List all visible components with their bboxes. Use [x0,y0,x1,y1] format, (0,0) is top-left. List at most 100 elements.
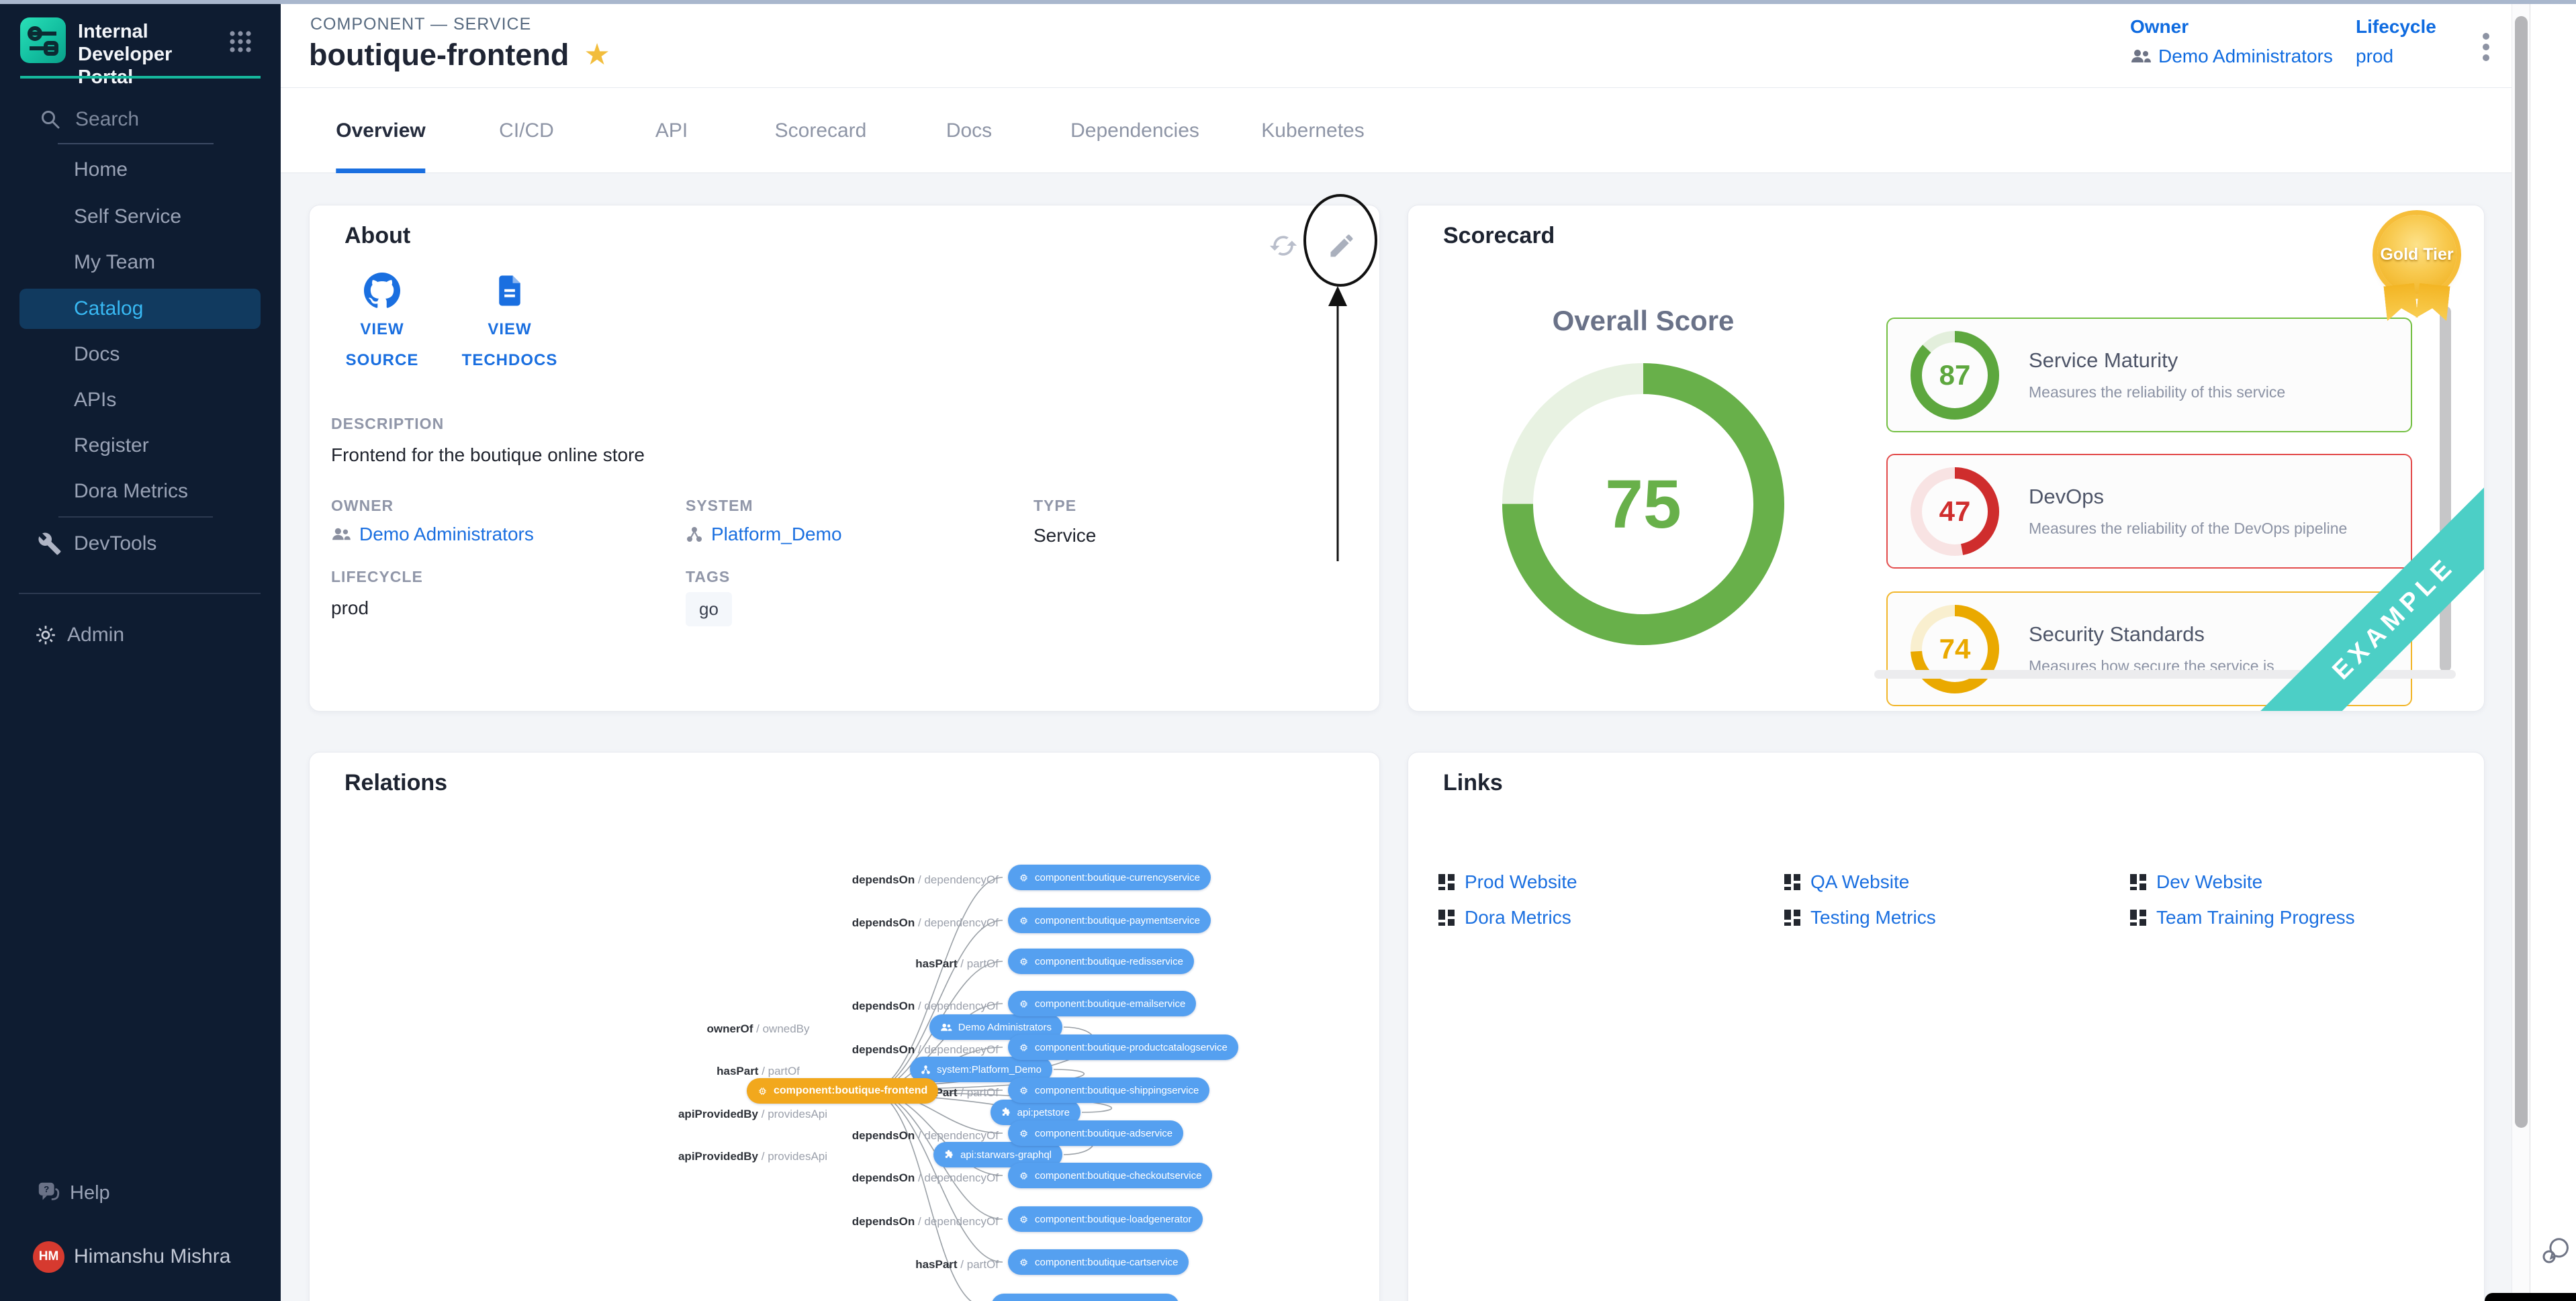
sidebar-item-self-service[interactable]: Self Service [0,195,281,238]
tab-api[interactable]: API [655,88,688,173]
sidebar-item-docs[interactable]: Docs [0,333,281,376]
techdocs-icon [492,273,528,309]
metric-name: Service Maturity [2029,348,2285,373]
component-icon [1019,1128,1029,1139]
chat-feedback-icon[interactable] [2540,1234,2572,1266]
help-chat-icon: ? [36,1180,62,1206]
relation-node-center[interactable]: component:boutique-frontend [747,1078,938,1104]
scorecard-title: Scorecard [1443,223,1555,249]
search-underline [58,143,214,144]
relation-node-component-boutique-productcatalogservice[interactable]: component:boutique-productcatalogservice [1008,1034,1238,1060]
link-qa-website[interactable]: QA Website [1784,864,2129,900]
about-title: About [344,223,410,249]
relation-node-label: api:starwars-graphql [960,1149,1052,1161]
relation-node-label: api:petstore [1017,1107,1070,1118]
sidebar-item-devtools[interactable]: DevTools [0,522,281,565]
sidebar-item-register[interactable]: Register [0,424,281,467]
relation-node-component-boutique-checkoutservice[interactable]: component:boutique-checkoutservice [1008,1163,1212,1188]
apps-grid-icon[interactable] [227,28,254,55]
lifecycle-label: Lifecycle [2356,16,2436,38]
link-team-training-progress[interactable]: Team Training Progress [2129,900,2475,935]
relation-node-component-boutique-paymentservice[interactable]: component:boutique-paymentservice [1008,908,1211,933]
sidebar-item-home[interactable]: Home [0,148,281,191]
link-dev-website[interactable]: Dev Website [2129,864,2475,900]
sidebar-item-label: Dora Metrics [74,480,188,503]
metric-card-devops[interactable]: 47 DevOps Measures the reliability of th… [1886,454,2412,569]
relation-node-component-boutique-loadgenerator[interactable]: component:boutique-loadgenerator [1008,1206,1203,1232]
page-scrollbar-thumb[interactable] [2515,16,2528,1128]
owner-link[interactable]: Demo Administrators [2130,46,2333,67]
relation-node-label: component:boutique-currencyservice [1035,872,1200,883]
owner-field-link[interactable]: Demo Administrators [331,524,534,545]
tab-scorecard[interactable]: Scorecard [775,88,867,173]
component-icon [757,1086,768,1096]
component-icon [1019,999,1029,1009]
component-icon [1019,957,1029,967]
sidebar-item-label: Help [70,1182,110,1204]
sidebar-item-help[interactable]: ? Help [0,1171,281,1214]
sidebar-item-dora-metrics[interactable]: Dora Metrics [0,470,281,513]
tab-overview[interactable]: Overview [336,88,425,173]
link-label: Team Training Progress [2156,907,2355,928]
tab-kubernetes[interactable]: Kubernetes [1261,88,1364,173]
component-icon [1019,1171,1029,1181]
page-title: boutique-frontend [309,38,569,73]
relation-node-label: system:Platform_Demo [937,1064,1042,1075]
tab-ci-cd[interactable]: CI/CD [499,88,554,173]
view-techdocs-link[interactable]: VIEW TECHDOCS [456,273,563,376]
dashboard-icon [1784,873,1801,891]
metric-donut: 74 [1911,605,1999,693]
edit-pencil-icon[interactable] [1327,231,1356,260]
entity-header: COMPONENT — SERVICE boutique-frontend ★ … [281,0,2512,88]
owner-field-value: Demo Administrators [359,524,534,545]
user-menu[interactable]: HM Himanshu Mishra [0,1235,281,1278]
dashboard-icon [2129,873,2147,891]
link-dora-metrics[interactable]: Dora Metrics [1438,900,1784,935]
dashboard-icon [2129,909,2147,926]
refresh-icon[interactable] [1269,231,1298,260]
tab-dependencies[interactable]: Dependencies [1070,88,1199,173]
edge-label: hasPart / partOf [717,1065,800,1078]
lifecycle-field-label: LIFECYCLE [331,568,423,586]
system-icon [921,1065,931,1075]
link-prod-website[interactable]: Prod Website [1438,864,1784,900]
tab-docs[interactable]: Docs [946,88,992,173]
relation-node-label: component:boutique-redisservice [1035,956,1183,967]
sidebar-item-catalog[interactable]: Catalog [0,287,281,330]
metrics-vertical-scrollbar[interactable] [2440,306,2451,672]
relation-node-component-boutique-shippingservice[interactable]: component:boutique-shippingservice [1008,1077,1209,1103]
link-label: Dev Website [2156,871,2262,893]
system-field-label: SYSTEM [686,497,753,515]
system-field-link[interactable]: Platform_Demo [686,524,842,545]
view-source-link[interactable]: VIEW SOURCE [328,273,436,376]
sidebar-item-label: Register [74,434,149,457]
relation-node-component-boutique-redisservice[interactable]: component:boutique-redisservice [1008,949,1194,974]
owner-field-label: OWNER [331,497,394,515]
relation-node-cut-off[interactable] [991,1294,1179,1301]
relation-node-component-boutique-cartservice[interactable]: component:boutique-cartservice [1008,1249,1189,1275]
relation-node-label: component:boutique-frontend [774,1085,927,1097]
sidebar-item-my-team[interactable]: My Team [0,241,281,284]
metric-name: DevOps [2029,485,2347,509]
owner-block: Owner Demo Administrators [2130,16,2333,67]
dashboard-icon [1784,909,1801,926]
relation-node-label: component:boutique-adservice [1035,1128,1172,1139]
sidebar-item-admin[interactable]: Admin [0,614,281,657]
edge-label: hasPart / partOf [915,1258,999,1271]
relation-node-component-boutique-currencyservice[interactable]: component:boutique-currencyservice [1008,865,1211,890]
page-scrollbar[interactable] [2512,0,2530,1301]
section-divider [19,593,261,594]
metric-card-service-maturity[interactable]: 87 Service Maturity Measures the reliabi… [1886,318,2412,432]
relation-node-component-boutique-adservice[interactable]: component:boutique-adservice [1008,1120,1183,1146]
favorite-star-icon[interactable]: ★ [584,40,610,70]
relation-node-label: component:boutique-cartservice [1035,1257,1178,1268]
view-techdocs-label: VIEW TECHDOCS [456,314,563,376]
group-icon [940,1022,952,1032]
kebab-menu-icon[interactable] [2473,27,2499,67]
relation-node-component-boutique-emailservice[interactable]: component:boutique-emailservice [1008,991,1196,1016]
link-testing-metrics[interactable]: Testing Metrics [1784,900,2129,935]
search-input[interactable]: Search [40,106,242,133]
github-icon [364,273,400,309]
relation-node-label: component:boutique-productcatalogservice [1035,1042,1228,1053]
sidebar-item-apis[interactable]: APIs [0,379,281,422]
